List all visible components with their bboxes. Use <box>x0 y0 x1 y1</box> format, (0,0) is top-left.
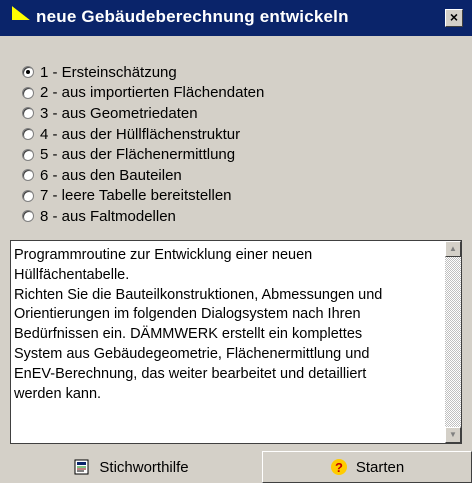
help-book-icon <box>74 459 89 475</box>
option-label: 5 - aus der Flächenermittlung <box>40 146 236 164</box>
start-button-label: Starten <box>355 458 405 476</box>
option-label: 8 - aus Faltmodellen <box>40 207 176 225</box>
option-label: 7 - leere Tabelle bereitstellen <box>40 187 232 205</box>
description-textbox[interactable]: Programmroutine zur Entwicklung einer ne… <box>10 240 462 444</box>
option-4[interactable]: 4 - aus der Hüllflächenstruktur <box>22 124 442 145</box>
svg-text:?: ? <box>335 460 343 475</box>
title-bar[interactable]: neue Gebäudeberechnung entwickeln × <box>0 0 472 36</box>
option-label: 4 - aus der Hüllflächenstruktur <box>40 125 241 143</box>
option-radio-button[interactable] <box>22 128 34 141</box>
option-radio-button[interactable] <box>22 66 34 79</box>
option-label: 2 - aus importierten Flächendaten <box>40 84 265 102</box>
option-5[interactable]: 5 - aus der Flächenermittlung <box>22 144 442 165</box>
close-button[interactable]: × <box>445 9 463 27</box>
option-6[interactable]: 6 - aus den Bauteilen <box>22 165 442 186</box>
scroll-up-button[interactable]: ▲ <box>445 241 461 257</box>
window-title: neue Gebäudeberechnung entwickeln <box>36 7 349 26</box>
option-label: 3 - aus Geometriedaten <box>40 104 198 122</box>
option-label: 6 - aus den Bauteilen <box>40 166 182 184</box>
option-label: 1 - Ersteinschätzung <box>40 63 177 81</box>
question-mark-icon: ? <box>330 459 347 475</box>
option-2[interactable]: 2 - aus importierten Flächendaten <box>22 83 442 104</box>
option-radio-button[interactable] <box>22 189 34 202</box>
help-button-label: Stichworthilfe <box>99 458 189 476</box>
option-8[interactable]: 8 - aus Faltmodellen <box>22 206 442 227</box>
option-radio-button[interactable] <box>22 86 34 99</box>
start-button[interactable]: ? Starten <box>262 451 472 483</box>
scroll-down-button[interactable]: ▼ <box>445 427 461 443</box>
option-radio-button[interactable] <box>22 107 34 120</box>
window-app-icon <box>12 6 30 20</box>
option-7[interactable]: 7 - leere Tabelle bereitstellen <box>22 186 442 207</box>
option-radio-button[interactable] <box>22 169 34 182</box>
option-radio-button[interactable] <box>22 210 34 223</box>
help-button[interactable]: Stichworthilfe <box>0 451 262 483</box>
option-radio-button[interactable] <box>22 148 34 161</box>
description-scrollbar[interactable]: ▲ ▼ <box>445 241 461 443</box>
option-3[interactable]: 3 - aus Geometriedaten <box>22 103 442 124</box>
option-radio-group: 1 - Ersteinschätzung 2 - aus importierten… <box>22 62 442 227</box>
option-1[interactable]: 1 - Ersteinschätzung <box>22 62 442 83</box>
description-text: Programmroutine zur Entwicklung einer ne… <box>14 247 383 402</box>
